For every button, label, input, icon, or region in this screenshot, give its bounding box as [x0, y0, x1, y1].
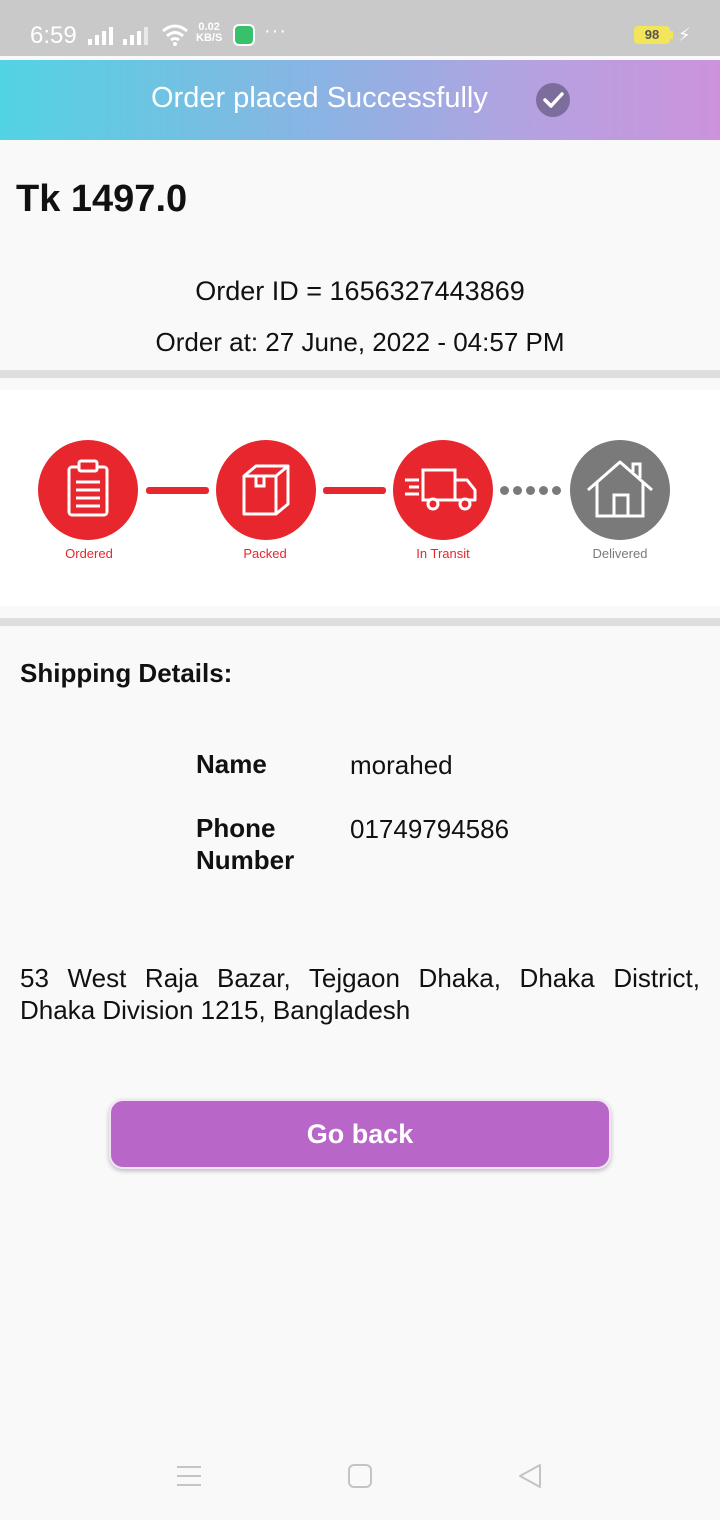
name-label: Name: [196, 749, 267, 779]
shipping-address: 53 West Raja Bazar, Tejgaon Dhaka, Dhaka…: [20, 963, 700, 1025]
truck-icon: [405, 468, 477, 511]
order-time: Order at: 27 June, 2022 - 04:57 PM: [155, 327, 565, 357]
order-tracker: Ordered Packed In Transit Delivered: [0, 390, 720, 606]
name-value: morahed: [350, 750, 453, 780]
step-label-packed: Packed: [243, 546, 287, 561]
charging-icon: ⚡: [678, 25, 691, 45]
pending-dot: [500, 486, 509, 495]
step-delivered: [570, 440, 670, 540]
pending-dot: [539, 486, 548, 495]
net-speed: 0.02 KB/S: [196, 22, 222, 44]
status-bar: 6:59 0.02 KB/S ··· 98 ⚡: [0, 0, 720, 56]
signal-icon: [88, 27, 113, 45]
wifi-icon: [162, 24, 188, 46]
phone-label: Phone Number: [196, 813, 295, 875]
banner-title: Order placed Successfully: [151, 82, 488, 114]
net-speed-unit: KB/S: [196, 32, 223, 44]
signal-icon-2: [123, 27, 148, 45]
divider: [0, 618, 720, 626]
menu-icon[interactable]: [175, 1462, 203, 1490]
battery-tip: [670, 31, 673, 39]
step-in-transit: [393, 440, 493, 540]
home-square-icon[interactable]: [346, 1462, 374, 1490]
pending-dot: [552, 486, 561, 495]
step-ordered: [38, 440, 138, 540]
connector-1: [146, 487, 209, 494]
back-triangle-icon[interactable]: [516, 1462, 544, 1490]
clipboard-icon: [67, 459, 109, 517]
battery-icon: 98: [634, 26, 670, 44]
order-total: Tk 1497.0: [16, 178, 188, 220]
go-back-button[interactable]: Go back: [109, 1099, 611, 1169]
step-label-delivered: Delivered: [592, 546, 648, 561]
battery-level: 98: [644, 27, 660, 42]
pending-dot: [526, 486, 535, 495]
step-packed: [216, 440, 316, 540]
box-icon: [242, 464, 290, 516]
check-circle-icon: [536, 83, 570, 117]
divider: [0, 370, 720, 378]
step-label-ordered: Ordered: [65, 546, 113, 561]
phone-value: 01749794586: [350, 814, 510, 844]
step-label-in-transit: In Transit: [416, 546, 470, 561]
status-time: 6:59: [30, 22, 77, 49]
pending-dot: [513, 486, 522, 495]
more-notifications-icon: ···: [264, 20, 287, 42]
order-id: Order ID = 1656327443869: [195, 276, 525, 306]
success-banner: Order placed Successfully: [0, 60, 720, 140]
app-notification-icon: [233, 24, 255, 46]
shipping-title: Shipping Details:: [20, 658, 233, 688]
house-icon: [587, 460, 653, 518]
connector-2: [323, 487, 386, 494]
